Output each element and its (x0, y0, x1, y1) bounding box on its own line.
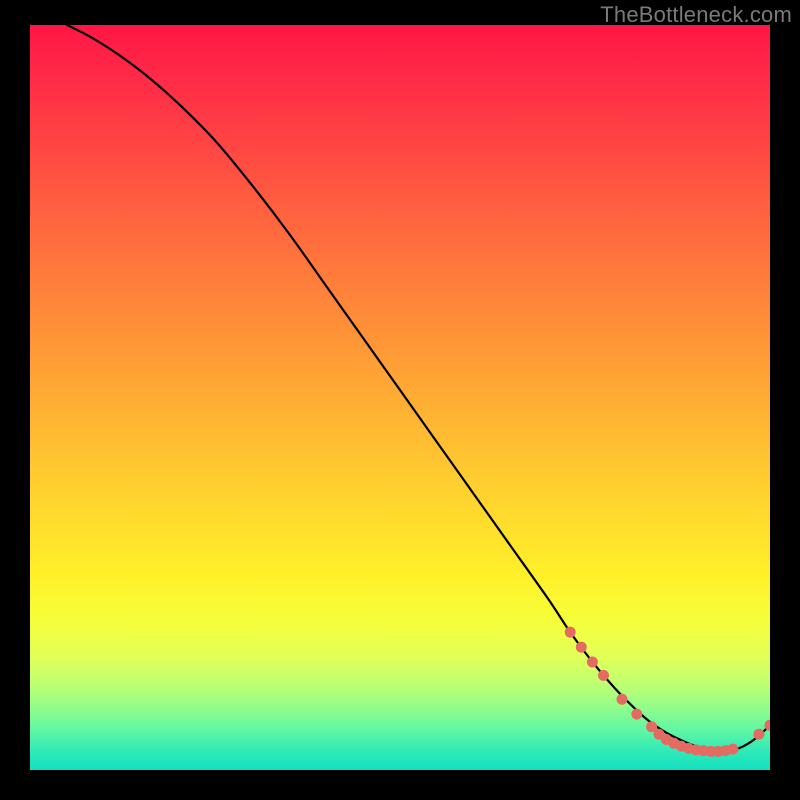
chart-frame: TheBottleneck.com (0, 0, 800, 800)
curve-marker (565, 627, 576, 638)
bottleneck-curve-svg (30, 25, 770, 770)
curve-marker (587, 656, 598, 667)
curve-marker (576, 642, 587, 653)
curve-markers (565, 627, 770, 757)
bottleneck-curve-path (67, 25, 770, 751)
curve-marker (753, 729, 764, 740)
curve-marker (728, 744, 739, 755)
curve-marker (598, 670, 609, 681)
curve-marker (631, 709, 642, 720)
plot-area (30, 25, 770, 770)
curve-marker (617, 694, 628, 705)
